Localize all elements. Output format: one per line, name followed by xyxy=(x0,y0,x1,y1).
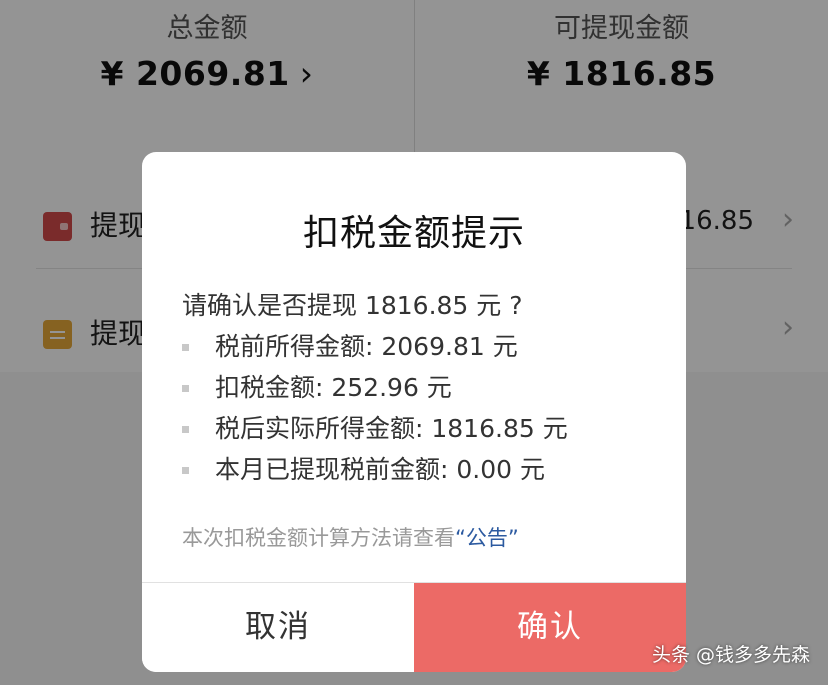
note-text: 本次扣税金额计算方法请查看 xyxy=(182,526,455,550)
tax-detail-pretax: 税前所得金额: 2069.81 元 xyxy=(215,332,518,361)
dialog-title: 扣税金额提示 xyxy=(302,213,525,254)
tax-deduction-dialog: 扣税金额提示 请确认是否提现 1816.85 元 ? 税前所得金额: 2069.… xyxy=(142,152,686,672)
dialog-question: 请确认是否提现 1816.85 元 ? xyxy=(182,291,523,320)
bullet-icon xyxy=(182,467,189,474)
list-item: 税前所得金额: 2069.81 元 xyxy=(182,328,662,369)
bullet-icon xyxy=(182,426,189,433)
bullet-icon xyxy=(182,344,189,351)
cancel-button[interactable]: 取消 xyxy=(142,583,414,672)
dialog-note: 本次扣税金额计算方法请查看“公告” xyxy=(182,522,519,552)
tax-detail-aftertax: 税后实际所得金额: 1816.85 元 xyxy=(215,414,568,443)
watermark: 头条 @钱多多先森 xyxy=(651,644,810,666)
bullet-icon xyxy=(182,385,189,392)
list-item: 扣税金额: 252.96 元 xyxy=(182,369,662,410)
list-item: 本月已提现税前金额: 0.00 元 xyxy=(182,451,662,492)
list-item: 税后实际所得金额: 1816.85 元 xyxy=(182,410,662,451)
announcement-link[interactable]: “公告” xyxy=(455,526,519,550)
confirm-button[interactable]: 确认 xyxy=(414,583,686,672)
tax-detail-deducted: 扣税金额: 252.96 元 xyxy=(215,373,452,402)
tax-detail-list: 税前所得金额: 2069.81 元 扣税金额: 252.96 元 税后实际所得金… xyxy=(182,328,662,492)
tax-detail-month-withdrawn: 本月已提现税前金额: 0.00 元 xyxy=(215,455,545,484)
